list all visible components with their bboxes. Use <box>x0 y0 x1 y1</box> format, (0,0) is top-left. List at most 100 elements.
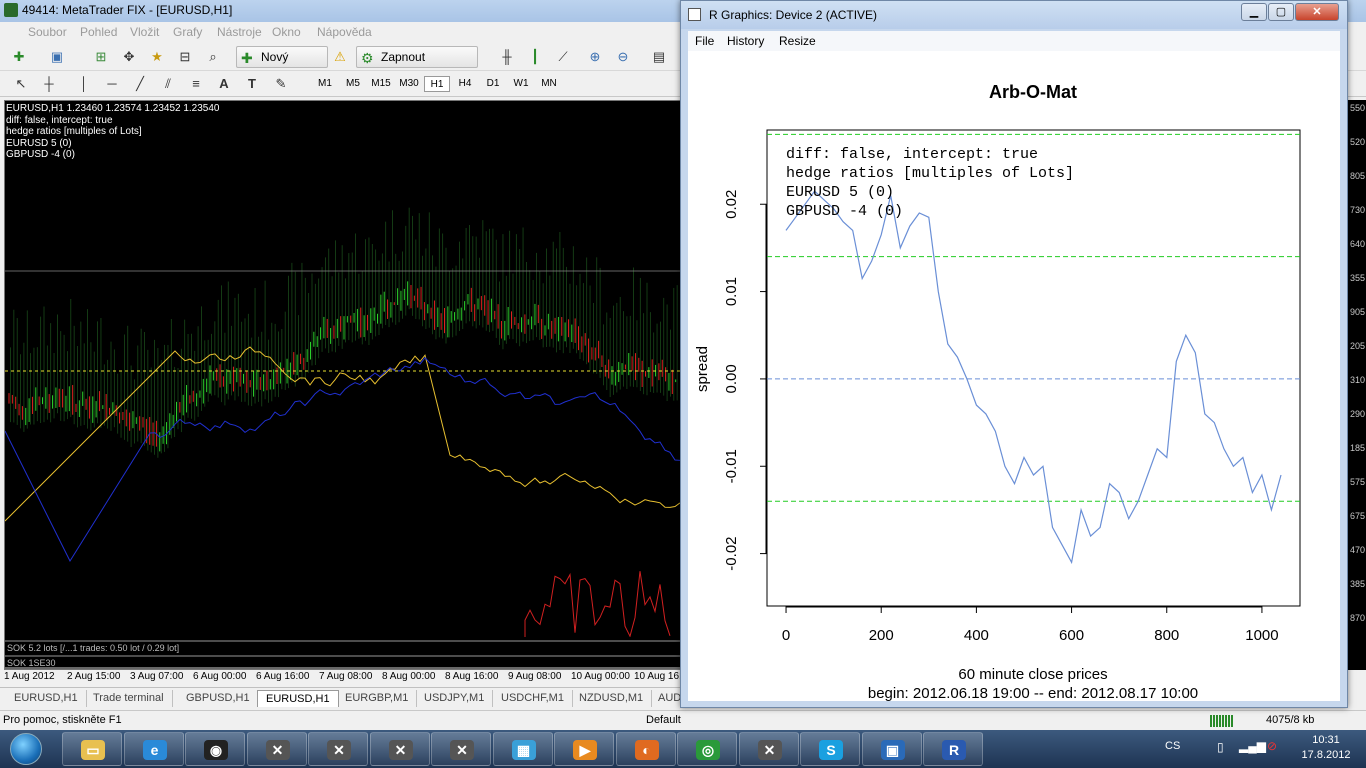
spread-chart: Arb-O-Mat 0 200 400 600 800 1000 -0.02 -0.01 0.… <box>694 82 1301 702</box>
maximize-icon: ▢ <box>1275 6 1287 18</box>
horizontal-line-icon[interactable]: ─ <box>103 75 121 93</box>
tab-usdchf-m1[interactable]: USDCHF,M1 <box>493 690 573 707</box>
minimize-button[interactable]: ▁ <box>1241 3 1267 21</box>
menu-napoveda[interactable]: Nápověda <box>317 25 372 39</box>
tf-h4[interactable]: H4 <box>452 76 478 92</box>
taskbar-button-R[interactable]: R <box>923 732 983 766</box>
new-order-button[interactable]: ✚ Nový pokyn <box>236 46 328 84</box>
menu-soubor[interactable]: Soubor <box>28 25 67 39</box>
taskbar-button-firefox[interactable]: ◐ <box>615 732 676 766</box>
tester-icon[interactable]: ⌕ <box>204 48 222 66</box>
battery-icon[interactable]: ▯ <box>1217 740 1224 754</box>
warning-icon[interactable]: ⚠ <box>331 48 349 66</box>
trendline-icon[interactable]: ╱ <box>131 75 149 93</box>
chart-info-panel: EURUSD,H1 1.23460 1.23574 1.23452 1.2354… <box>6 103 220 161</box>
zoom-out-icon[interactable]: ⊖ <box>614 48 632 66</box>
clock-time[interactable]: 10:31 <box>1301 734 1351 746</box>
tab-gbpusd-h1[interactable]: GBPUSD,H1 <box>178 690 259 707</box>
r-menubar: File History Resize <box>688 31 1340 51</box>
r-menu-history[interactable]: History <box>727 34 764 48</box>
text-label-icon[interactable]: T <box>243 75 261 93</box>
channel-icon[interactable]: ⫽ <box>159 75 177 93</box>
tab-usdjpy-m1[interactable]: USDJPY,M1 <box>416 690 494 707</box>
r-titlebar: R Graphics: Device 2 (ACTIVE) ▁ ▢ ✕ <box>681 1 1347 29</box>
x-axis-label: 60 minute close prices <box>958 666 1107 683</box>
r-menu-resize[interactable]: Resize <box>779 34 816 48</box>
r-menu-file[interactable]: File <box>695 34 714 48</box>
zoom-in-icon[interactable]: ⊕ <box>586 48 604 66</box>
tile-windows-icon[interactable]: ▤ <box>650 48 668 66</box>
new-order-icon: ✚ <box>241 50 253 66</box>
ie-icon: e <box>142 740 167 760</box>
tab-eurgbp-m1[interactable]: EURGBP,M1 <box>337 690 418 707</box>
close-button[interactable]: ✕ <box>1295 3 1339 21</box>
time-axis-label: 9 Aug 08:00 <box>508 671 562 682</box>
menu-nastroje[interactable]: Nástroje <box>217 25 262 39</box>
tf-m30[interactable]: M30 <box>396 76 422 92</box>
y-tick-label: -0.02 <box>723 536 740 570</box>
x-tick-label: 200 <box>869 627 894 644</box>
strategy-icon: ⚙ <box>361 50 374 66</box>
market-watch-icon[interactable]: ⊞ <box>92 48 110 66</box>
price-axis-label: 185 <box>1350 443 1366 453</box>
profiles-icon[interactable]: ▣ <box>48 48 66 66</box>
taskbar-button-mt[interactable]: ✕ <box>246 732 307 766</box>
toggle-strategy-button[interactable]: ⚙ Zapnout strategie <box>356 46 478 84</box>
volume-muted-icon[interactable]: ⊘ <box>1267 739 1277 753</box>
tab-eurusd-h1[interactable]: EURUSD,H1 <box>6 690 87 707</box>
y-tick-label: -0.01 <box>723 449 740 483</box>
taskbar-button-mt[interactable]: ✕ <box>369 732 430 766</box>
taskbar-button-chrome[interactable]: ◎ <box>677 732 737 766</box>
tf-h1[interactable]: H1 <box>424 76 450 92</box>
candle-chart-icon[interactable]: ┃ <box>526 48 544 66</box>
taskbar-button-csm[interactable]: ▦ <box>492 732 553 766</box>
taskbar-button-mt[interactable]: ✕ <box>738 732 799 766</box>
tf-m15[interactable]: M15 <box>368 76 394 92</box>
tf-m1[interactable]: M1 <box>312 76 338 92</box>
maximize-button[interactable]: ▢ <box>1268 3 1294 21</box>
chart-info-diff: diff: false, intercept: true <box>6 114 113 126</box>
taskbar-button-explorer[interactable]: ▭ <box>62 732 122 766</box>
mt-app-icon <box>4 3 18 17</box>
menu-okno[interactable]: Okno <box>272 25 301 39</box>
taskbar-button-network[interactable]: ▣ <box>861 732 922 766</box>
line-chart-icon[interactable]: ⟋ <box>554 48 572 66</box>
taskbar-button-mt[interactable]: ✕ <box>308 732 368 766</box>
taskbar-button-skype[interactable]: S <box>800 732 860 766</box>
chart-subtitle: begin: 2012.06.18 19:00 -- end: 2012.08.… <box>868 685 1198 701</box>
fibonacci-icon[interactable]: ≡ <box>187 75 205 93</box>
text-icon[interactable]: A <box>215 75 233 93</box>
x-tick-label: 600 <box>1059 627 1084 644</box>
taskbar-button-obs[interactable]: ◉ <box>185 732 245 766</box>
tf-w1[interactable]: W1 <box>508 76 534 92</box>
tab-trade-terminal[interactable]: Trade terminal <box>85 690 173 707</box>
tab-eurusd-h1-active[interactable]: EURUSD,H1 <box>257 690 339 707</box>
taskbar-button-mt[interactable]: ✕ <box>431 732 491 766</box>
arrows-icon[interactable]: ✎ <box>272 75 290 93</box>
r-window-icon <box>688 8 701 21</box>
tf-mn[interactable]: MN <box>536 76 562 92</box>
vertical-line-icon[interactable]: │ <box>75 75 93 93</box>
taskbar-button-media[interactable]: ▶ <box>554 732 614 766</box>
crosshair-icon[interactable]: ┼ <box>40 75 58 93</box>
menu-vlozit[interactable]: Vložit <box>130 25 159 39</box>
close-icon: ✕ <box>1312 6 1322 18</box>
tf-d1[interactable]: D1 <box>480 76 506 92</box>
tf-m5[interactable]: M5 <box>340 76 366 92</box>
taskbar-button-ie[interactable]: e <box>123 732 184 766</box>
new-chart-icon[interactable]: ✚ <box>10 48 28 66</box>
bar-chart-icon[interactable]: ╫ <box>498 48 516 66</box>
menu-pohled[interactable]: Pohled <box>80 25 117 39</box>
minimize-icon: ▁ <box>1249 6 1259 18</box>
language-indicator[interactable]: CS <box>1165 740 1180 752</box>
cursor-icon[interactable]: ↖ <box>12 75 30 93</box>
tab-nzdusd-m1[interactable]: NZDUSD,M1 <box>571 690 653 707</box>
signal-icon[interactable]: ▂▄▆ <box>1239 739 1266 753</box>
menu-grafy[interactable]: Grafy <box>173 25 202 39</box>
terminal-icon[interactable]: ⊟ <box>176 48 194 66</box>
start-button[interactable] <box>2 730 50 768</box>
clock-date[interactable]: 17.8.2012 <box>1295 749 1357 761</box>
navigator-icon[interactable]: ✥ <box>120 48 138 66</box>
price-chart[interactable]: SOK 5.2 lots [/...1 trades: 0.50 lot / 0… <box>4 100 682 670</box>
favorites-icon[interactable]: ★ <box>148 48 166 66</box>
